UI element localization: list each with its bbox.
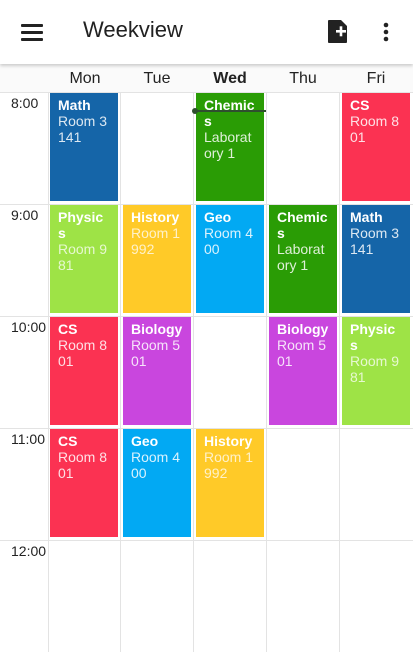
grid-column-line <box>48 92 49 652</box>
more-vertical-icon[interactable] <box>375 20 397 44</box>
grid-column-line <box>339 92 340 652</box>
event-cs-mon-10[interactable]: CS Room 801 <box>50 317 118 425</box>
event-title: CS <box>58 321 78 337</box>
event-title: Biology <box>277 321 329 337</box>
event-title: Geo <box>131 433 159 449</box>
event-room: Room 501 <box>131 337 181 369</box>
event-physics-fri-10[interactable]: Physics Room 981 <box>342 317 410 425</box>
event-cs-mon-11[interactable]: CS Room 801 <box>50 429 118 537</box>
event-title: Chemics <box>204 97 255 129</box>
grid-column-line <box>266 92 267 652</box>
event-room: Room 981 <box>58 241 108 273</box>
add-calendar-icon[interactable] <box>327 18 349 44</box>
grid-line <box>0 540 413 541</box>
day-label-thu[interactable]: Thu <box>267 70 339 88</box>
event-math-mon-8[interactable]: Math Room 3141 <box>50 93 118 201</box>
event-history-wed-11[interactable]: History Room 1992 <box>196 429 264 537</box>
day-label-tue[interactable]: Tue <box>121 70 193 88</box>
time-label: 11:00 <box>11 431 45 447</box>
day-label-wed[interactable]: Wed <box>194 70 266 88</box>
event-title: Chemics <box>277 209 328 241</box>
event-biology-thu-10[interactable]: Biology Room 501 <box>269 317 337 425</box>
event-room: Room 400 <box>204 225 254 257</box>
event-title: Math <box>58 97 91 113</box>
event-room: Room 3141 <box>58 113 108 145</box>
event-title: Biology <box>131 321 183 337</box>
app-bar: Weekview <box>0 0 413 64</box>
event-cs-fri-8[interactable]: CS Room 801 <box>342 93 410 201</box>
event-room: Room 801 <box>58 449 108 481</box>
time-label: 8:00 <box>11 95 39 111</box>
event-room: Room 981 <box>350 353 400 385</box>
current-time-dot <box>192 108 198 114</box>
time-label: 12:00 <box>11 543 47 559</box>
event-room: Room 1992 <box>204 449 254 481</box>
event-room: Room 400 <box>131 449 181 481</box>
event-room: Laboratory 1 <box>277 241 325 273</box>
event-geo-tue-11[interactable]: Geo Room 400 <box>123 429 191 537</box>
grid-column-line <box>193 92 194 652</box>
event-geo-wed-9[interactable]: Geo Room 400 <box>196 205 264 313</box>
event-title: Physics <box>350 321 396 353</box>
day-label-fri[interactable]: Fri <box>340 70 412 88</box>
current-time-line <box>194 110 266 112</box>
event-room: Room 501 <box>277 337 327 369</box>
event-biology-tue-10[interactable]: Biology Room 501 <box>123 317 191 425</box>
event-title: Geo <box>204 209 232 225</box>
event-math-fri-9[interactable]: Math Room 3141 <box>342 205 410 313</box>
event-history-tue-9[interactable]: History Room 1992 <box>123 205 191 313</box>
event-title: History <box>131 209 180 225</box>
event-room: Laboratory 1 <box>204 129 252 161</box>
time-label: 9:00 <box>11 207 39 223</box>
event-chemics-thu-9[interactable]: Chemics Laboratory 1 <box>269 205 337 313</box>
event-room: Room 801 <box>58 337 108 369</box>
event-title: CS <box>350 97 370 113</box>
event-room: Room 1992 <box>131 225 181 257</box>
day-label-mon[interactable]: Mon <box>49 70 121 88</box>
event-room: Room 3141 <box>350 225 400 257</box>
event-room: Room 801 <box>350 113 400 145</box>
grid-column-line <box>120 92 121 652</box>
event-title: Physics <box>58 209 104 241</box>
menu-icon[interactable] <box>20 20 44 44</box>
event-title: Math <box>350 209 383 225</box>
event-title: History <box>204 433 253 449</box>
time-label: 10:00 <box>11 319 47 335</box>
event-title: CS <box>58 433 78 449</box>
event-physics-mon-9[interactable]: Physics Room 981 <box>50 205 118 313</box>
page-title: Weekview <box>83 17 183 42</box>
